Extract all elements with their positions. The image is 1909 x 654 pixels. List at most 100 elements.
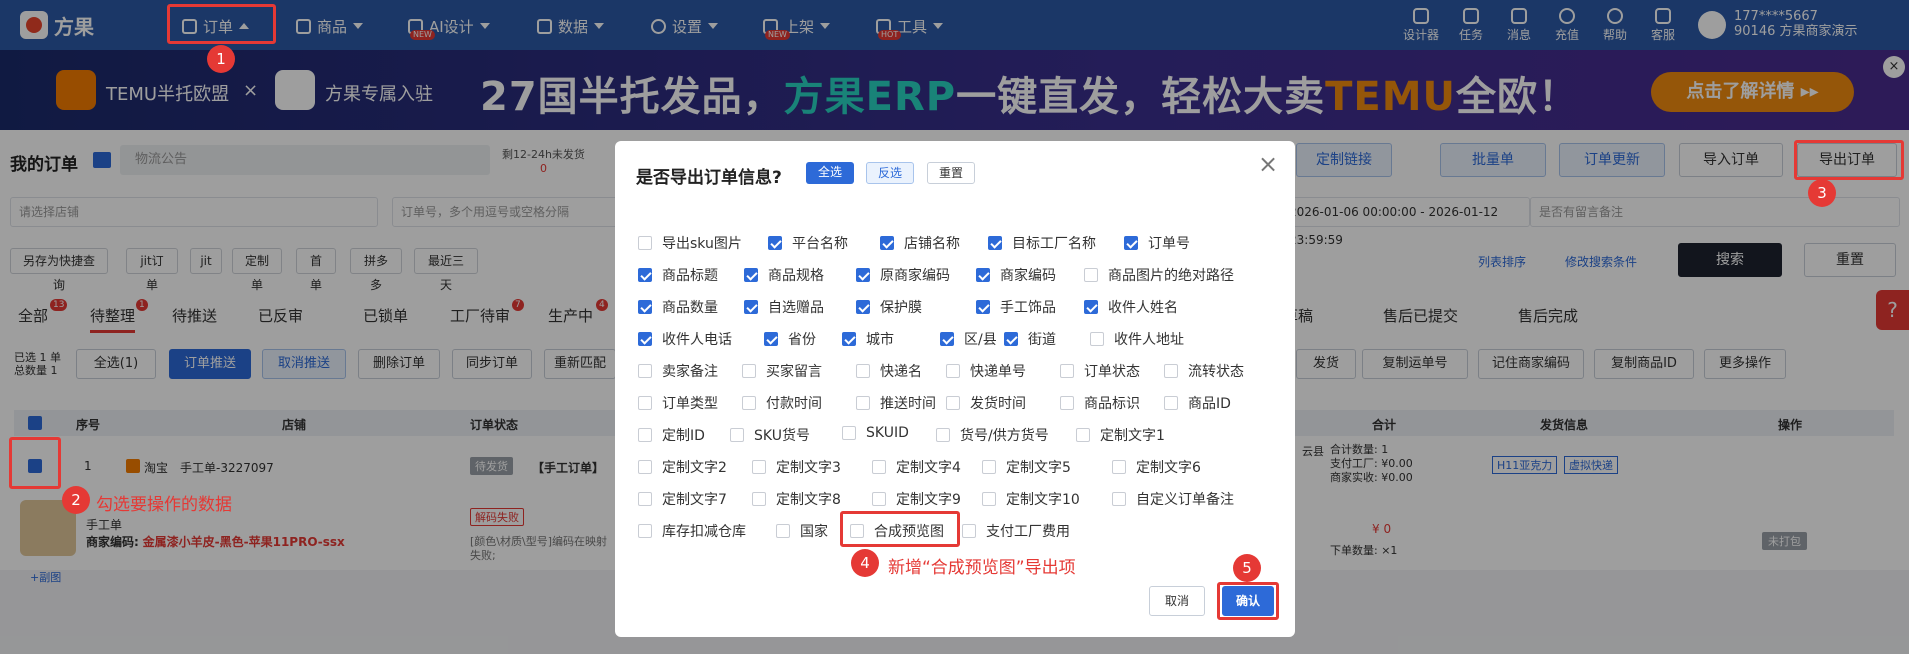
export-field-checkbox[interactable]: 商品ID	[1164, 393, 1231, 413]
export-field-checkbox[interactable]: 商品数量	[638, 297, 718, 317]
export-field-checkbox[interactable]: SKUID	[842, 425, 909, 441]
field-label: 商品规格	[768, 268, 824, 284]
confirm-button[interactable]: 确认	[1222, 586, 1274, 616]
export-field-checkbox[interactable]: 区/县	[940, 329, 997, 349]
export-field-checkbox[interactable]: 目标工厂名称	[988, 233, 1096, 253]
checkbox-box	[638, 524, 652, 538]
field-label: 保护膜	[880, 300, 922, 316]
export-field-checkbox[interactable]: 定制文字3	[752, 457, 841, 477]
export-field-checkbox[interactable]: 货号/供方货号	[936, 425, 1049, 445]
export-field-checkbox[interactable]: 保护膜	[856, 297, 922, 317]
export-field-checkbox[interactable]: 推送时间	[856, 393, 936, 413]
cancel-button[interactable]: 取消	[1149, 586, 1205, 616]
export-field-checkbox[interactable]: 商品标题	[638, 265, 718, 285]
export-field-checkbox[interactable]: 商品图片的绝对路径	[1084, 265, 1234, 285]
field-label: 收件人地址	[1114, 332, 1184, 348]
export-field-checkbox[interactable]: 订单类型	[638, 393, 718, 413]
export-field-checkbox[interactable]: 收件人电话	[638, 329, 732, 349]
export-field-checkbox[interactable]: 商家编码	[976, 265, 1056, 285]
export-field-checkbox[interactable]: 店铺名称	[880, 233, 960, 253]
export-field-checkbox[interactable]: 原商家编码	[856, 265, 950, 285]
invert-toggle[interactable]: 反选	[866, 162, 914, 184]
checkbox-box	[1076, 428, 1090, 442]
select-all-toggle[interactable]: 全选	[806, 162, 854, 184]
export-field-checkbox[interactable]: 流转状态	[1164, 361, 1244, 381]
step-marker-1: 1	[207, 45, 235, 73]
field-label: 定制文字7	[662, 492, 727, 508]
export-field-checkbox[interactable]: 付款时间	[742, 393, 822, 413]
export-field-checkbox[interactable]: 支付工厂费用	[962, 521, 1070, 541]
checkbox-box	[638, 236, 652, 250]
reset-toggle[interactable]: 重置	[927, 162, 975, 184]
highlight-preview-field	[840, 511, 960, 547]
export-field-checkbox[interactable]: 自定义订单备注	[1112, 489, 1234, 509]
export-field-checkbox[interactable]: 定制文字2	[638, 457, 727, 477]
export-field-checkbox[interactable]: 导出sku图片	[638, 233, 742, 253]
checkbox-box	[752, 492, 766, 506]
export-field-checkbox[interactable]: 快递名	[856, 361, 922, 381]
checkbox-box	[936, 428, 950, 442]
field-label: 平台名称	[792, 236, 848, 252]
export-field-checkbox[interactable]: 订单号	[1124, 233, 1190, 253]
export-field-checkbox[interactable]: 定制文字10	[982, 489, 1080, 509]
export-field-checkbox[interactable]: 街道	[1004, 329, 1056, 349]
close-icon[interactable]: ×	[1258, 152, 1278, 176]
checkbox-box	[638, 364, 652, 378]
checkbox-box	[1112, 492, 1126, 506]
export-field-checkbox[interactable]: SKU货号	[730, 425, 810, 445]
field-label: 定制文字8	[776, 492, 841, 508]
field-label: 定制文字6	[1136, 460, 1201, 476]
highlight-row-checkbox	[9, 437, 61, 489]
export-field-checkbox[interactable]: 快递单号	[946, 361, 1026, 381]
export-field-checkbox[interactable]: 收件人姓名	[1084, 297, 1178, 317]
field-label: 定制文字2	[662, 460, 727, 476]
checkbox-box	[1124, 236, 1138, 250]
checkbox-box	[1112, 460, 1126, 474]
field-label: 订单号	[1148, 236, 1190, 252]
export-field-checkbox[interactable]: 库存扣减仓库	[638, 521, 746, 541]
export-field-checkbox[interactable]: 定制文字5	[982, 457, 1071, 477]
checkbox-box	[638, 300, 652, 314]
export-field-checkbox[interactable]: 定制文字8	[752, 489, 841, 509]
checkbox-box	[872, 492, 886, 506]
export-field-checkbox[interactable]: 发货时间	[946, 393, 1026, 413]
export-field-checkbox[interactable]: 收件人地址	[1090, 329, 1184, 349]
checkbox-box	[764, 332, 778, 346]
export-field-checkbox[interactable]: 平台名称	[768, 233, 848, 253]
field-label: 买家留言	[766, 364, 822, 380]
export-field-checkbox[interactable]: 卖家备注	[638, 361, 718, 381]
checkbox-box	[1090, 332, 1104, 346]
export-field-checkbox[interactable]: 定制文字6	[1112, 457, 1201, 477]
export-field-checkbox[interactable]: 定制文字1	[1076, 425, 1165, 445]
field-label: 商品数量	[662, 300, 718, 316]
export-field-checkbox[interactable]: 自选赠品	[744, 297, 824, 317]
export-field-checkbox[interactable]: 定制文字4	[872, 457, 961, 477]
checkbox-box	[946, 364, 960, 378]
export-field-checkbox[interactable]: 买家留言	[742, 361, 822, 381]
annotation-new-field: 新增“合成预览图”导出项	[888, 558, 1076, 578]
highlight-orders-nav	[167, 4, 276, 44]
field-label: 快递名	[880, 364, 922, 380]
export-field-checkbox[interactable]: 城市	[842, 329, 894, 349]
export-field-checkbox[interactable]: 商品标识	[1060, 393, 1140, 413]
export-field-checkbox[interactable]: 定制文字9	[872, 489, 961, 509]
field-label: 店铺名称	[904, 236, 960, 252]
export-field-checkbox[interactable]: 国家	[776, 521, 828, 541]
checkbox-box	[976, 300, 990, 314]
export-field-checkbox[interactable]: 定制文字7	[638, 489, 727, 509]
field-label: 定制文字4	[896, 460, 961, 476]
export-field-checkbox[interactable]: 商品规格	[744, 265, 824, 285]
checkbox-box	[776, 524, 790, 538]
export-field-checkbox[interactable]: 省份	[764, 329, 816, 349]
field-label: 手工饰品	[1000, 300, 1056, 316]
checkbox-box	[768, 236, 782, 250]
field-label: 订单状态	[1084, 364, 1140, 380]
export-field-checkbox[interactable]: 订单状态	[1060, 361, 1140, 381]
checkbox-box	[940, 332, 954, 346]
export-field-checkbox[interactable]: 定制ID	[638, 425, 705, 445]
field-label: 省份	[788, 332, 816, 348]
export-field-checkbox[interactable]: 手工饰品	[976, 297, 1056, 317]
dialog-title: 是否导出订单信息?	[636, 168, 782, 188]
field-label: 发货时间	[970, 396, 1026, 412]
field-label: 定制ID	[662, 428, 705, 444]
